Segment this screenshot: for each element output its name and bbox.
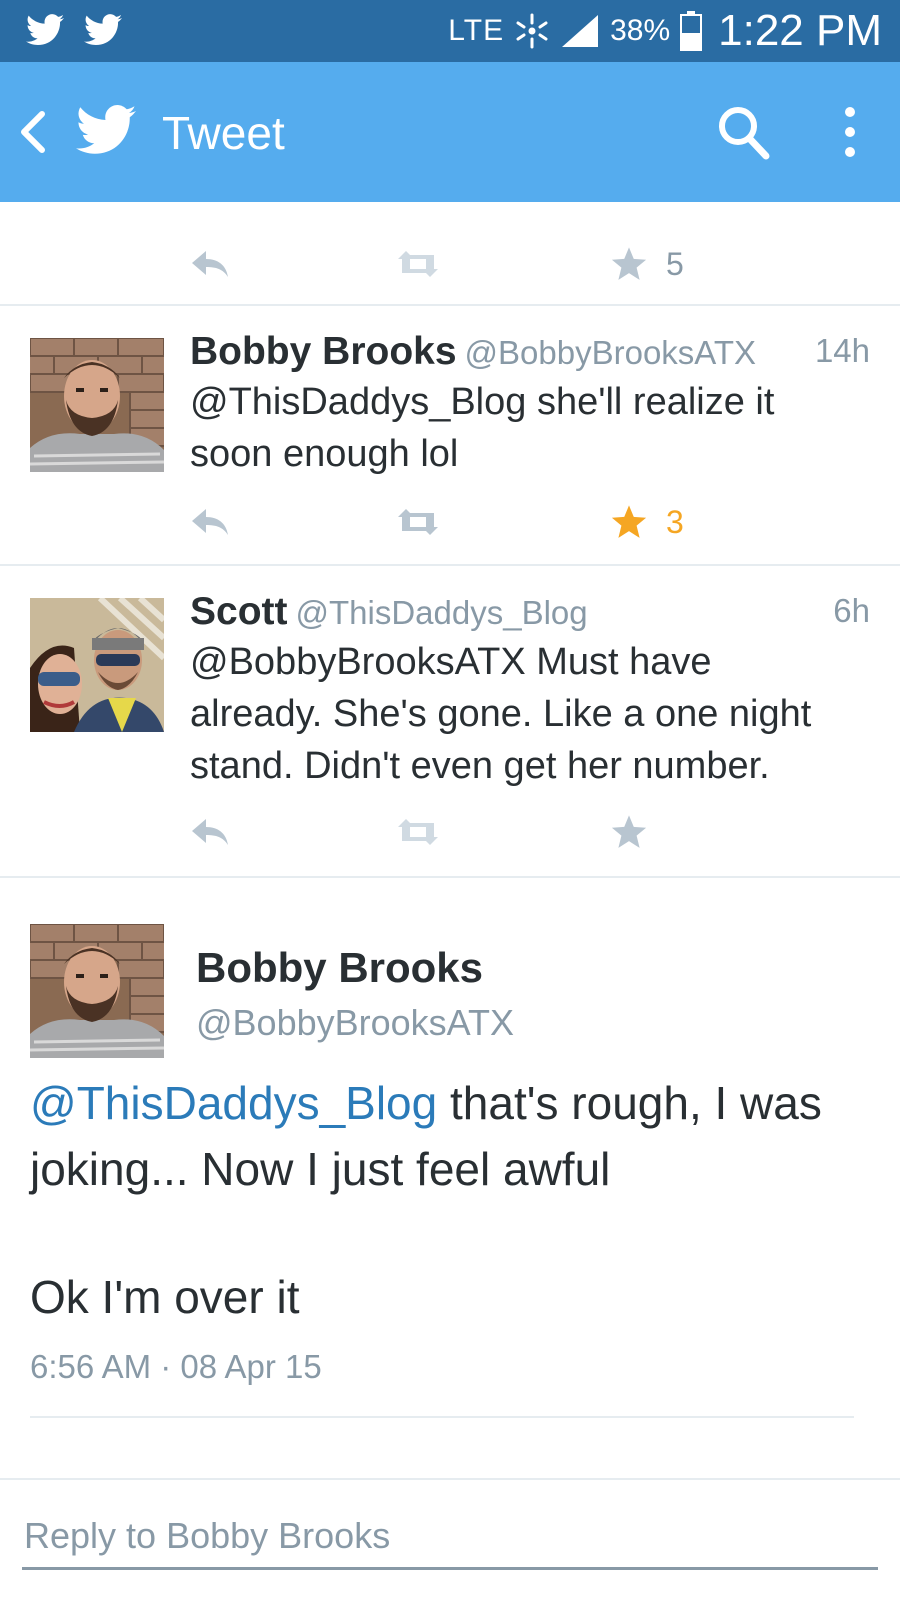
twitter-bird-icon bbox=[26, 14, 64, 46]
avatar[interactable] bbox=[30, 598, 164, 732]
star-icon bbox=[611, 815, 647, 848]
divider bbox=[30, 1416, 854, 1418]
clock: 1:22 PM bbox=[718, 6, 882, 55]
reply-input[interactable] bbox=[22, 1504, 878, 1570]
tweet-timestamp: 6:56 AM · 08 Apr 15 bbox=[30, 1348, 322, 1385]
tweet-actions bbox=[190, 810, 710, 854]
tweet-text-line: already. She's gone. Like a one night bbox=[190, 693, 812, 735]
tweet-header: Bobby Brooks @BobbyBrooksATX 14h bbox=[190, 330, 870, 374]
tweet-text: @ThisDaddys_Blog she'll realize it soon … bbox=[190, 376, 850, 480]
page-title: Tweet bbox=[162, 107, 285, 159]
app-bar: Tweet bbox=[0, 62, 900, 202]
tweet-actions: 3 bbox=[190, 500, 710, 544]
retweet-icon[interactable] bbox=[396, 242, 440, 286]
mention-link[interactable]: @ThisDaddys_Blog bbox=[30, 1077, 437, 1129]
tweet-text-line: stand. Didn't even get her number. bbox=[190, 745, 770, 787]
favorite-count: 3 bbox=[666, 503, 684, 540]
retweet-icon[interactable] bbox=[396, 500, 440, 544]
search-icon[interactable] bbox=[716, 104, 770, 160]
tweet-text-fragment: that's rough, I was bbox=[437, 1077, 822, 1129]
status-bar: LTE 38% 1:22 PM bbox=[0, 0, 900, 62]
data-activity-icon bbox=[514, 13, 550, 49]
tweet-time: 6h bbox=[833, 592, 870, 629]
retweet-icon[interactable] bbox=[396, 810, 440, 854]
twitter-logo-icon bbox=[76, 104, 136, 156]
favorite-button[interactable] bbox=[610, 810, 666, 854]
author-name[interactable]: Bobby Brooks bbox=[196, 944, 483, 992]
author-handle[interactable]: @BobbyBrooksATX bbox=[196, 1002, 514, 1044]
avatar[interactable] bbox=[30, 338, 164, 472]
reply-icon[interactable] bbox=[190, 242, 230, 286]
author-name[interactable]: Scott bbox=[190, 590, 288, 633]
star-icon bbox=[611, 247, 647, 280]
battery-icon bbox=[680, 11, 703, 51]
signal-strength-icon bbox=[560, 13, 600, 49]
divider bbox=[0, 876, 900, 878]
author-name[interactable]: Bobby Brooks bbox=[190, 330, 457, 373]
tweet-text-line: @ThisDaddys_Blog that's rough, I was bbox=[30, 1070, 880, 1136]
back-arrow-icon[interactable] bbox=[18, 110, 48, 154]
more-options-icon[interactable] bbox=[840, 104, 860, 160]
tweet-text-line: joking... Now I just feel awful bbox=[30, 1143, 611, 1195]
tweet-actions: 5 bbox=[190, 242, 710, 286]
favorite-button[interactable]: 3 bbox=[610, 500, 684, 544]
star-icon bbox=[611, 505, 647, 538]
tweet-text-line: Ok I'm over it bbox=[30, 1271, 300, 1323]
reply-icon[interactable] bbox=[190, 810, 230, 854]
tweet-text-line: soon enough lol bbox=[190, 433, 459, 475]
author-handle[interactable]: @ThisDaddys_Blog bbox=[296, 594, 588, 631]
avatar[interactable] bbox=[30, 924, 164, 1058]
network-type: LTE bbox=[448, 14, 505, 47]
tweet-header: Scott @ThisDaddys_Blog 6h bbox=[190, 590, 870, 634]
tweet-text: @BobbyBrooksATX Must have already. She's… bbox=[190, 636, 850, 792]
author-handle[interactable]: @BobbyBrooksATX bbox=[465, 334, 757, 371]
tweet-text: @ThisDaddys_Blog that's rough, I was jok… bbox=[30, 1070, 880, 1202]
tweet-text-line: @BobbyBrooksATX Must have bbox=[190, 641, 712, 683]
tweet-text-line: @ThisDaddys_Blog she'll realize it bbox=[190, 381, 775, 423]
reply-icon[interactable] bbox=[190, 500, 230, 544]
divider bbox=[0, 564, 900, 566]
tweet-time: 14h bbox=[814, 332, 870, 369]
battery-percent: 38% bbox=[610, 14, 671, 47]
reply-bar bbox=[0, 1478, 900, 1600]
favorite-count: 5 bbox=[666, 245, 684, 282]
twitter-bird-icon bbox=[84, 14, 122, 46]
favorite-button[interactable]: 5 bbox=[610, 242, 684, 286]
divider bbox=[0, 304, 900, 306]
